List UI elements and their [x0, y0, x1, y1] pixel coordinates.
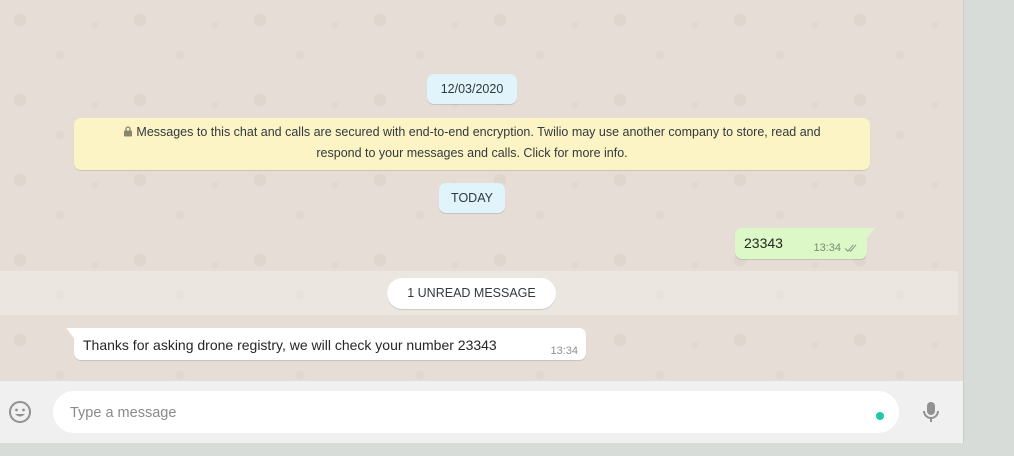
- message-text: 23343: [744, 235, 783, 251]
- bubble-tail: [867, 228, 875, 238]
- encryption-notice-line2: respond to your messages and calls. Clic…: [316, 146, 628, 160]
- message-time: 13:34: [550, 345, 578, 357]
- bubble-tail: [66, 328, 74, 338]
- emoji-icon[interactable]: [8, 400, 32, 424]
- message-meta: 13:34: [813, 242, 859, 254]
- microphone-icon[interactable]: [920, 400, 942, 424]
- encryption-notice-line1: Messages to this chat and calls are secu…: [136, 125, 821, 139]
- message-input-container[interactable]: [53, 391, 899, 435]
- message-text: Thanks for asking drone registry, we wil…: [83, 337, 497, 353]
- lock-icon: [124, 126, 133, 137]
- outgoing-message[interactable]: 23343 13:34: [735, 228, 875, 259]
- message-time: 13:34: [813, 242, 841, 254]
- message-input[interactable]: [68, 391, 862, 435]
- date-separator: 12/03/2020: [427, 74, 517, 104]
- incoming-message[interactable]: Thanks for asking drone registry, we wil…: [66, 328, 586, 360]
- message-list[interactable]: 12/03/2020 Messages to this chat and cal…: [0, 0, 963, 381]
- composer-bar: [0, 381, 963, 443]
- unread-banner: 1 UNREAD MESSAGE: [387, 278, 556, 309]
- encryption-notice[interactable]: Messages to this chat and calls are secu…: [74, 118, 870, 170]
- chat-window: 12/03/2020 Messages to this chat and cal…: [0, 0, 964, 443]
- today-separator: TODAY: [439, 183, 505, 213]
- double-check-icon: [844, 244, 857, 252]
- status-dot: [876, 412, 884, 420]
